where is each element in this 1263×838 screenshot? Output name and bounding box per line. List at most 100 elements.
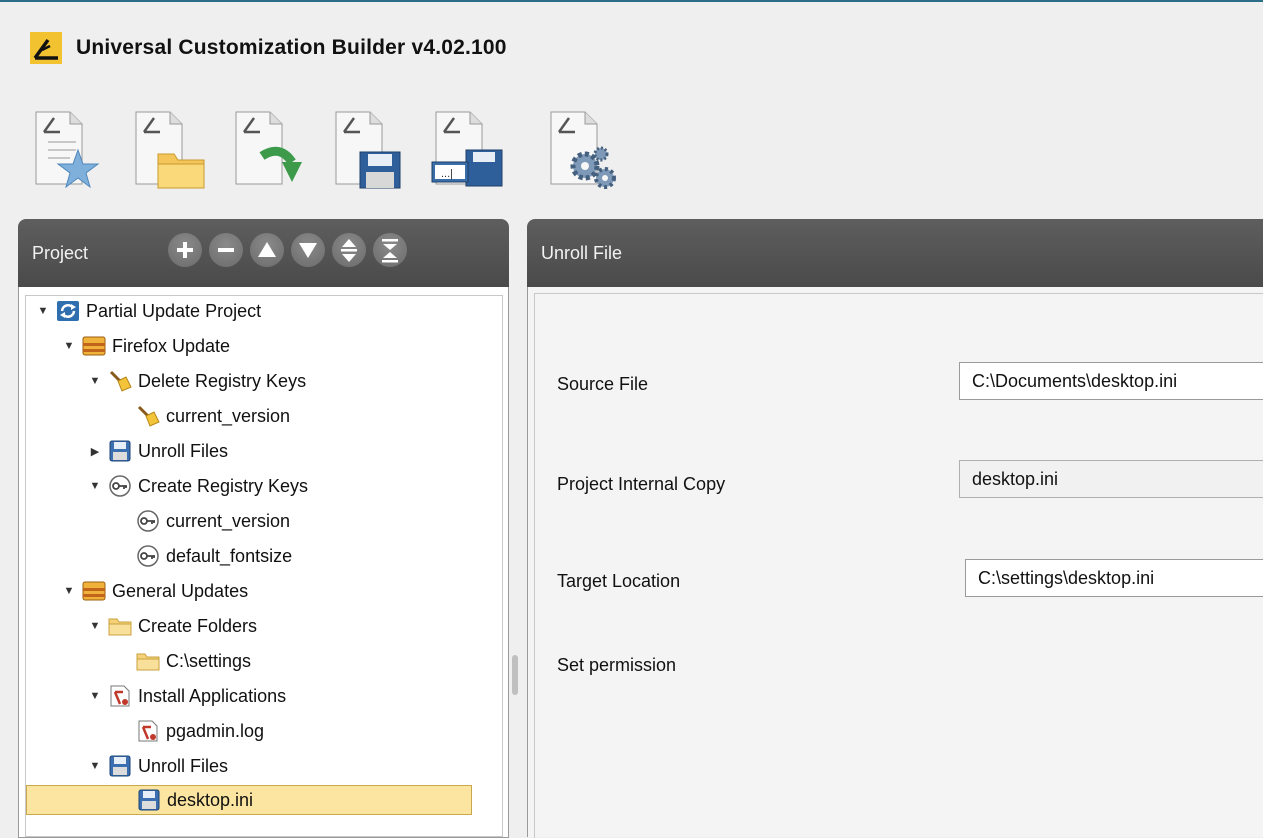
floppy-icon — [108, 754, 132, 778]
tree-item[interactable]: C:\settings — [116, 646, 251, 676]
minus-icon — [218, 248, 234, 252]
expand-toggle-icon[interactable]: ▼ — [88, 760, 102, 772]
tree-item[interactable]: ▼ Partial Update Project — [36, 296, 261, 326]
tree-item-label: General Updates — [112, 580, 249, 601]
tree-item-label: Firefox Update — [112, 335, 231, 356]
floppy-icon — [108, 439, 132, 463]
detail-panel-header: Unroll File — [527, 219, 1263, 287]
open-project-button[interactable] — [130, 104, 210, 194]
expand-toggle-icon[interactable]: ▼ — [88, 375, 102, 387]
tree-item-label: default_fontsize — [166, 545, 293, 566]
open-project-icon — [135, 111, 205, 189]
project-internal-copy-label: Project Internal Copy — [557, 474, 726, 494]
reload-project-icon — [235, 111, 302, 185]
expand-toggle-icon[interactable]: ▼ — [88, 480, 102, 492]
detail-form-container: Source File Project Internal Copy Target… — [527, 287, 1263, 838]
expand-toggle-icon[interactable]: ▼ — [62, 340, 76, 352]
tree-item[interactable]: ▼ General Updates — [62, 576, 248, 606]
add-item-button[interactable] — [168, 233, 202, 267]
tree-item-label: pgadmin.log — [166, 720, 265, 741]
detail-panel-title: Unroll File — [541, 242, 623, 263]
project-icon — [56, 299, 80, 323]
floppy-icon — [137, 788, 161, 812]
project-panel-title: Project — [32, 242, 89, 263]
build-settings-button[interactable] — [545, 104, 625, 194]
collapse-all-button[interactable] — [373, 233, 407, 267]
panel-splitter[interactable] — [512, 655, 518, 695]
tree-item-label: Create Folders — [138, 615, 258, 636]
tree-item[interactable]: ▶ Unroll Files — [88, 436, 228, 466]
tree-item[interactable]: ▼ Firefox Update — [62, 331, 230, 361]
tree-item[interactable]: ▼ Create Folders — [88, 611, 257, 641]
tree-item[interactable]: ▼ Unroll Files — [88, 751, 228, 781]
title-bar: Universal Customization Builder v4.02.10… — [30, 28, 507, 68]
installer-icon — [136, 719, 160, 743]
tree-item-selected[interactable]: desktop.ini — [26, 785, 472, 815]
project-actions — [168, 233, 414, 267]
folder-icon — [136, 649, 160, 673]
move-down-button[interactable] — [291, 233, 325, 267]
tree-item[interactable]: ▼ Install Applications — [88, 681, 286, 711]
reload-project-button[interactable] — [230, 104, 310, 194]
tree-item-label: Partial Update Project — [86, 300, 262, 321]
target-location-input[interactable] — [965, 559, 1263, 597]
tree-item[interactable]: ▼ Delete Registry Keys — [88, 366, 306, 396]
app-title: Universal Customization Builder v4.02.10… — [76, 36, 507, 59]
unroll-file-form: Source File Project Internal Copy Target… — [534, 293, 1263, 838]
folder-icon — [108, 614, 132, 638]
project-tree: ▼ Partial Update Project ▼ Firefox Update ▼ D… — [25, 295, 503, 837]
move-up-button[interactable] — [250, 233, 284, 267]
tree-item[interactable]: ▼ Create Registry Keys — [88, 471, 308, 501]
project-internal-copy-field — [959, 460, 1263, 498]
plus-icon — [177, 242, 193, 258]
collapse-icon — [382, 239, 398, 263]
new-project-button[interactable] — [30, 104, 110, 194]
save-project-button[interactable] — [330, 104, 410, 194]
source-file-input[interactable] — [959, 362, 1263, 400]
save-as-project-button[interactable]: ...| — [430, 104, 510, 194]
tree-item-label: Create Registry Keys — [138, 475, 309, 496]
detail-panel: Unroll File Source File Project Internal… — [527, 219, 1263, 838]
collapse-toggle-icon[interactable]: ▶ — [88, 445, 102, 458]
build-settings-icon — [550, 111, 616, 189]
expand-toggle-icon[interactable]: ▼ — [88, 690, 102, 702]
expand-toggle-icon[interactable]: ▼ — [36, 305, 50, 317]
expand-icon — [341, 239, 357, 262]
app-logo-icon — [30, 32, 62, 64]
set-permission-label: Set permission — [557, 655, 677, 675]
broom-icon — [136, 404, 160, 428]
triangle-down-icon — [299, 243, 317, 258]
tree-item-label: Unroll Files — [138, 755, 229, 776]
package-icon — [82, 334, 106, 358]
tree-item-label: C:\settings — [166, 650, 252, 671]
key-icon — [108, 474, 132, 498]
project-panel: Project ▼ Partial Update Project ▼ Firefox … — [18, 219, 509, 838]
save-as-project-icon: ...| — [431, 111, 503, 187]
key-icon — [136, 544, 160, 568]
target-location-label: Target Location — [557, 571, 681, 591]
svg-text:...|: ...| — [441, 168, 453, 180]
expand-toggle-icon[interactable]: ▼ — [88, 620, 102, 632]
tree-item[interactable]: pgadmin.log — [116, 716, 264, 746]
installer-icon — [108, 684, 132, 708]
tree-item-label: current_version — [166, 405, 291, 426]
tree-item[interactable]: default_fontsize — [116, 541, 292, 571]
project-tree-container: ▼ Partial Update Project ▼ Firefox Update ▼ D… — [18, 287, 509, 838]
new-project-icon — [35, 111, 100, 189]
triangle-up-icon — [258, 242, 276, 257]
tree-item-label: current_version — [166, 510, 291, 531]
expand-toggle-icon[interactable]: ▼ — [62, 585, 76, 597]
key-icon — [136, 509, 160, 533]
remove-item-button[interactable] — [209, 233, 243, 267]
tree-item[interactable]: current_version — [116, 401, 290, 431]
source-file-label: Source File — [557, 374, 649, 394]
tree-item-label: Delete Registry Keys — [138, 370, 307, 391]
tree-item-label: Unroll Files — [138, 440, 229, 461]
expand-all-button[interactable] — [332, 233, 366, 267]
broom-icon — [108, 369, 132, 393]
save-project-icon — [335, 111, 401, 189]
tree-item[interactable]: current_version — [116, 506, 290, 536]
tree-item-label: Install Applications — [138, 685, 287, 706]
project-panel-header: Project — [18, 219, 509, 287]
tree-item-label: desktop.ini — [167, 789, 254, 810]
